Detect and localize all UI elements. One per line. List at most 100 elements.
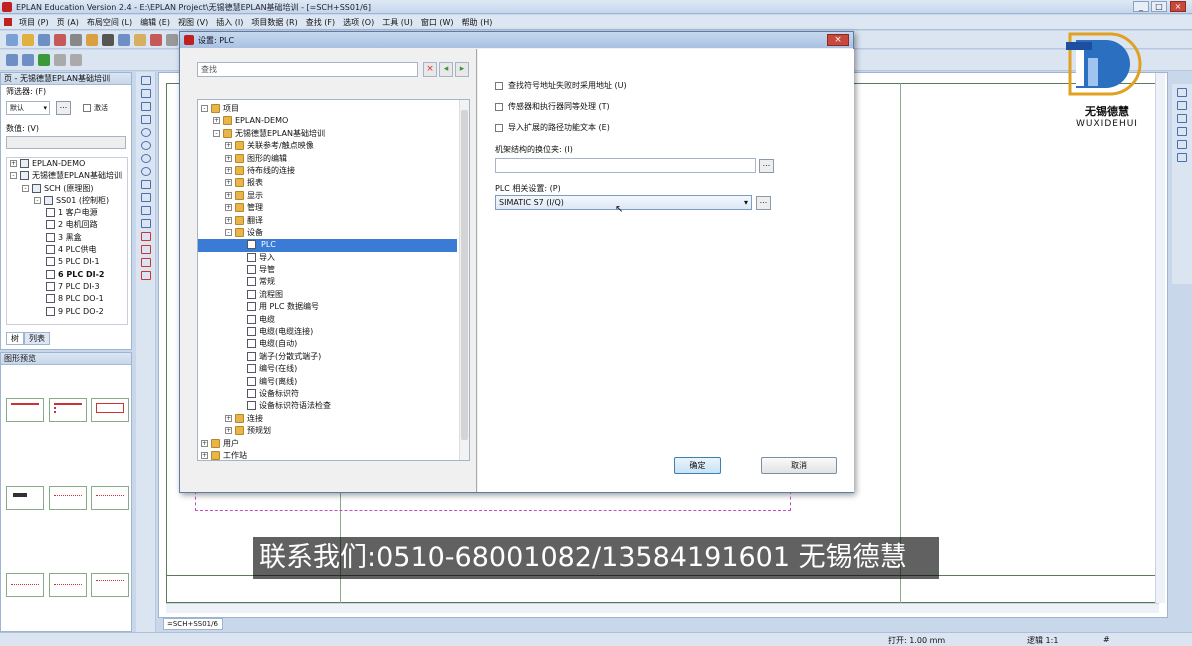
polygon-tool-icon[interactable] [140,102,151,111]
delete-icon[interactable] [150,33,162,46]
horizontal-scrollbar[interactable] [166,603,1159,613]
menu-window[interactable]: 窗口 (W) [417,15,458,30]
search-next-icon[interactable]: ▸ [455,62,469,77]
collapse-icon[interactable]: - [225,228,232,236]
expand-icon[interactable]: + [225,142,232,150]
activate-checkbox[interactable] [83,104,91,112]
menu-edit[interactable]: 编辑 (E) [136,15,174,30]
expand-icon[interactable]: + [10,160,17,167]
paste-icon[interactable] [134,33,146,46]
expand-icon[interactable]: + [225,166,232,174]
menu-project[interactable]: 项目 (P) [15,15,53,30]
expand-icon[interactable]: + [213,117,220,125]
page-tree-item[interactable]: - 无锡德慧EPLAN基础培训 [7,170,127,182]
settings-tree-item[interactable]: + EPLAN-DEMO [198,115,469,127]
menu-view[interactable]: 视图 (V) [174,15,212,30]
print-icon[interactable] [70,33,82,46]
ellipse-tool-icon[interactable] [140,141,151,150]
copy-icon[interactable] [118,33,130,46]
expand-icon[interactable]: + [225,179,232,187]
menu-find[interactable]: 查找 (F) [302,15,339,30]
dimension-aligned-icon[interactable] [140,245,151,254]
rectangle-tool-icon[interactable] [140,115,151,124]
collapse-icon[interactable]: - [10,172,17,180]
page-tree-item[interactable]: 4 PLC供电 [7,244,127,256]
option-row[interactable]: 导入扩展的路径功能文本 (E) [495,122,610,133]
settings-tree-item[interactable]: + 关联参考/触点映像 [198,140,469,152]
ok-button[interactable]: 确定 [674,457,721,474]
dialog-close-button[interactable]: × [827,34,849,46]
open-icon[interactable] [22,33,34,46]
settings-tree-item[interactable]: + 图形的编辑 [198,153,469,165]
settings-tree-item[interactable]: + 报表 [198,177,469,189]
thumbnail[interactable] [6,398,44,422]
menu-help[interactable]: 帮助 (H) [458,15,497,30]
thumbnail[interactable] [6,573,44,597]
plugin-icon[interactable] [38,54,50,66]
plc-settings-select[interactable]: SIMATIC S7 (I/Q) ▾ [495,195,752,210]
thumbnail[interactable] [49,573,87,597]
page-tree-item[interactable]: 1 客户电源 [7,207,127,219]
settings-tree-item[interactable]: 电缆(自动) [198,338,469,350]
settings-tree-item[interactable]: 设备标识符语法检查 [198,400,469,412]
menu-insert[interactable]: 插入 (I) [212,15,247,30]
option-row[interactable]: 传感器和执行器同等处理 (T) [495,101,610,112]
settings-tree-item[interactable]: - 项目 [198,103,469,115]
expand-icon[interactable]: + [225,154,232,162]
tab-list[interactable]: 列表 [24,332,50,345]
wrench-icon[interactable] [86,33,98,46]
expand-icon[interactable]: + [225,414,232,422]
vertical-scrollbar[interactable] [1155,73,1165,603]
save-icon[interactable] [38,33,50,46]
sector-tool-icon[interactable] [140,167,151,176]
circle-tool-icon[interactable] [140,128,151,137]
settings-tree-item[interactable]: + 用户 [198,438,469,450]
snap-icon[interactable] [70,54,82,66]
plc-settings-browse-button[interactable]: ... [756,196,771,210]
minimize-button[interactable]: _ [1133,1,1149,12]
settings-tree-item[interactable]: 电缆 [198,314,469,326]
settings-tree-item[interactable]: 流程图 [198,289,469,301]
collapse-icon[interactable]: - [213,129,220,137]
maximize-button[interactable]: □ [1151,1,1167,12]
settings-tree-item[interactable]: + 管理 [198,202,469,214]
expand-icon[interactable]: + [225,204,232,212]
page-tab[interactable]: =SCH+SS01/6 [163,618,223,630]
settings-tree-item[interactable]: + 翻译 [198,215,469,227]
thumbnail[interactable] [91,398,129,422]
menu-options[interactable]: 选项 (O) [339,15,378,30]
cut-icon[interactable] [102,33,114,46]
collapse-icon[interactable]: - [34,196,41,204]
settings-tree-item[interactable]: - 无锡德慧EPLAN基础培训 [198,128,469,140]
option-row[interactable]: 查找符号地址失败时采用地址 (U) [495,80,627,91]
menu-layout-space[interactable]: 布局空间 (L) [83,15,136,30]
settings-tree-item[interactable]: 端子(分散式端子) [198,351,469,363]
close-project-icon[interactable] [54,33,66,46]
page-tree-item[interactable]: + EPLAN-DEMO [7,158,127,170]
page-nav-icon[interactable] [6,54,18,66]
settings-tree-item[interactable]: 用 PLC 数据编号 [198,301,469,313]
menu-project-data[interactable]: 项目数据 (R) [247,15,301,30]
menu-page[interactable]: 页 (A) [53,15,83,30]
settings-tree-item[interactable]: 设备标识符 [198,388,469,400]
page-tree-item[interactable]: 2 电机回路 [7,219,127,231]
value-field[interactable] [6,136,126,149]
dimension-tool-icon[interactable] [140,232,151,241]
settings-search-input[interactable]: 查找 [197,62,418,77]
filter-select[interactable]: 默认 ▾ [6,101,50,115]
close-button[interactable]: × [1170,1,1186,12]
expand-icon[interactable]: + [225,427,232,435]
cross-connection-icon[interactable] [1177,114,1187,123]
page-tree-item[interactable]: 5 PLC DI-1 [7,256,127,268]
collapse-icon[interactable]: - [22,184,29,192]
undo-icon[interactable] [166,33,178,46]
collapse-icon[interactable]: - [201,105,208,112]
hyperlink-tool-icon[interactable] [140,219,151,228]
thumbnail[interactable] [6,486,44,510]
grid-icon[interactable] [54,54,66,66]
search-previous-icon[interactable]: ◂ [439,62,453,77]
filter-more-button[interactable]: ... [56,101,71,115]
settings-tree-item[interactable]: + 连接 [198,413,469,425]
settings-tree-item[interactable]: + 工作站 [198,450,469,460]
settings-tree-item[interactable]: 常规 [198,276,469,288]
